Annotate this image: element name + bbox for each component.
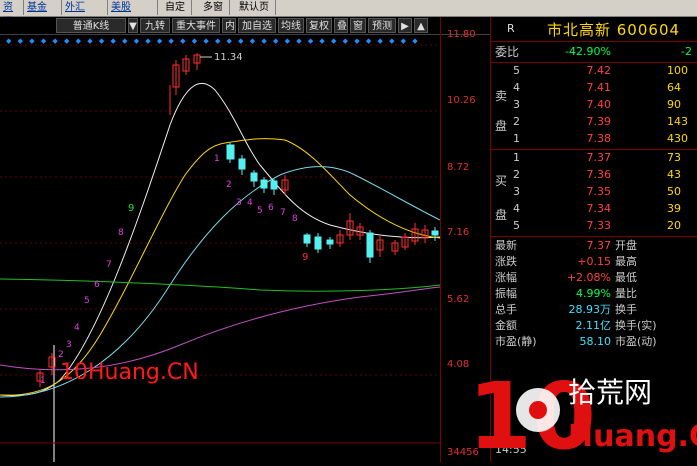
stat-row: 涨幅 +2.08% 最低 — [495, 271, 637, 284]
nine-turn-down-8: 8 — [292, 214, 298, 224]
ma-purple-line — [0, 286, 440, 371]
toolbar-ma-button[interactable]: 均线 — [278, 18, 304, 33]
nine-turn-up-5: 5 — [84, 296, 90, 306]
quote-header: R 市北高新 600604 — [491, 17, 697, 42]
stat-row: 振幅 4.99% 量比 — [495, 287, 637, 300]
stat-row: 金额 2.11亿 换手(实) — [495, 319, 657, 332]
y-tick: 10.26 — [447, 95, 476, 106]
stat-row: 市盈(静) 58.10 市盈(动) — [495, 335, 657, 348]
toolbar-nine-turn-button[interactable]: 九转 — [140, 18, 170, 33]
toolbar-forecast-button[interactable]: 预测 — [368, 18, 396, 33]
nine-turn-down-6: 6 — [268, 203, 274, 213]
nine-turn-up-3: 3 — [66, 340, 72, 350]
order-book-row[interactable]: 2 7.39 143 — [491, 114, 697, 130]
nine-turn-down-1: 1 — [214, 154, 220, 164]
watermark-text: 10Huang.CN — [60, 360, 199, 385]
stat-row: 最新 7.37 开盘 — [495, 239, 637, 252]
nine-turn-up-4: 4 — [74, 323, 80, 333]
top-tab[interactable]: 外汇 — [62, 0, 108, 15]
nine-turn-up-6: 6 — [94, 280, 100, 290]
order-book-row[interactable]: 1 7.37 73 — [491, 150, 697, 166]
top-tab[interactable]: 自定 — [162, 0, 192, 15]
chevron-right-icon[interactable]: ▶ — [398, 18, 412, 33]
order-book-row[interactable]: 5 7.42 100 — [491, 63, 697, 79]
order-book-row[interactable]: 3 7.35 50 — [491, 184, 697, 200]
stat-row: 总手 28.93万 换手 — [495, 303, 637, 316]
y-tick: 8.72 — [447, 162, 470, 173]
y-tick: 5.62 — [447, 294, 470, 305]
kline-chart[interactable]: 11.34 1 2 3 4 5 6 7 8 9 1 2 3 4 5 6 7 8 … — [0, 35, 440, 462]
nine-turn-down-3: 3 — [236, 198, 242, 208]
stock-name: 市北高新 600604 — [547, 21, 681, 39]
stat-row: 涨跌 +0.15 最高 — [495, 255, 637, 268]
peak-price-label: 11.34 — [214, 52, 243, 63]
nine-turn-up-7: 7 — [106, 260, 112, 270]
nine-turn-down-2: 2 — [226, 180, 232, 190]
order-book-row[interactable]: 4 7.41 64 — [491, 80, 697, 96]
top-tab[interactable]: 默认页 — [236, 0, 276, 15]
weibi-row: 委比 -42.90% -2 — [495, 45, 692, 59]
toolbar-overlay-button[interactable]: 叠 — [334, 18, 348, 33]
nine-turn-up-9: 9 — [128, 203, 134, 214]
nine-turn-down-7: 7 — [280, 208, 286, 218]
order-book-row[interactable]: 2 7.36 43 — [491, 167, 697, 183]
logo-chinese: 拾荒网 — [568, 376, 652, 409]
nine-turn-down-4: 4 — [247, 198, 253, 208]
y-tick: 11.80 — [447, 29, 476, 40]
toolbar-kline-type-button[interactable]: 普通K线 — [56, 18, 126, 33]
top-tab-strip: 资讯基金外汇美股自定多窗默认页 — [0, 0, 697, 28]
nine-turn-up-1: 1 — [40, 376, 46, 386]
logo-english: Huang.CN — [568, 419, 697, 454]
site-logo: 10 拾荒网 Huang.CN — [460, 360, 697, 466]
top-tab[interactable]: 资讯 — [0, 0, 24, 28]
toolbar-window-button[interactable]: 窗 — [350, 18, 366, 33]
top-tab[interactable]: 美股 — [108, 0, 158, 15]
nine-turn-up-8: 8 — [118, 228, 124, 238]
order-book-row[interactable]: 3 7.40 90 — [491, 97, 697, 113]
top-tab[interactable]: 基金 — [24, 0, 62, 15]
nine-turn-down-9: 9 — [302, 252, 308, 263]
y-tick: 7.16 — [447, 227, 470, 238]
toolbar-add-watchlist-button[interactable]: 加自选 — [238, 18, 276, 33]
nine-turn-up-2: 2 — [58, 350, 64, 360]
toolbar-major-events-button[interactable]: 重大事件 — [172, 18, 220, 33]
dropdown-arrow-icon[interactable]: ▼ — [128, 18, 138, 33]
ma-green-line — [0, 278, 440, 292]
top-tab[interactable]: 多窗 — [200, 0, 230, 15]
order-book-row[interactable]: 1 7.38 430 — [491, 131, 697, 147]
order-book-row[interactable]: 4 7.34 39 — [491, 201, 697, 217]
order-book-row[interactable]: 5 7.33 20 — [491, 218, 697, 234]
expand-icon[interactable]: ▲ — [414, 18, 428, 33]
toolbar-inner-button[interactable]: 内 — [222, 18, 236, 33]
toolbar-adjust-button[interactable]: 复权 — [306, 18, 332, 33]
chart-toolbar: 普通K线 ▼ 九转 重大事件 内 加自选 均线 复权 叠 窗 预测 ▶ ▲ — [0, 17, 490, 35]
r-marker: R — [507, 22, 515, 35]
nine-turn-down-5: 5 — [257, 206, 263, 216]
